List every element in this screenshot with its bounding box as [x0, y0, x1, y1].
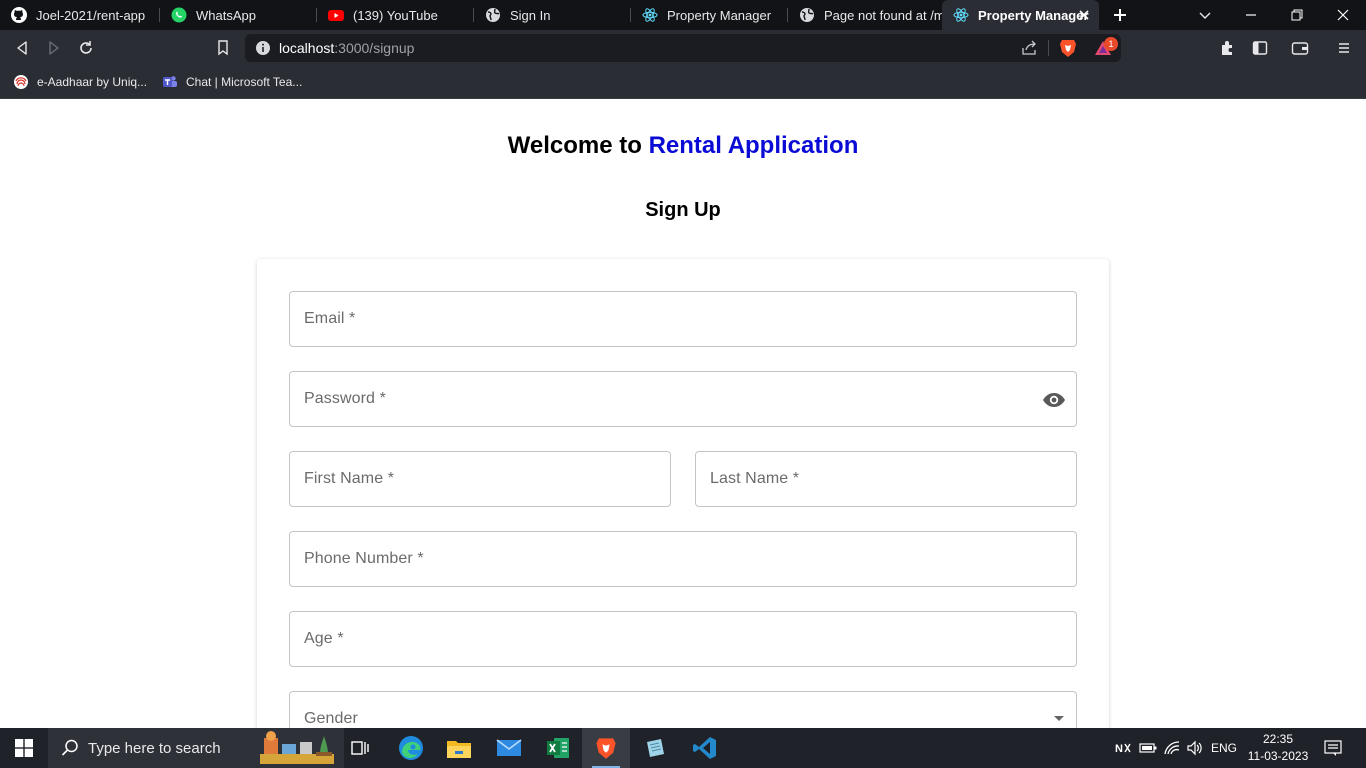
tab-github[interactable]: Joel-2021/rent-app	[0, 0, 160, 30]
clock-date: 11-03-2023	[1247, 749, 1309, 763]
welcome-heading: Welcome to Rental Application	[0, 132, 1366, 160]
globe-icon	[799, 7, 815, 23]
aadhaar-icon	[13, 74, 29, 90]
rewards-badge: 1	[1104, 37, 1118, 51]
excel-icon[interactable]	[534, 728, 582, 768]
bookmark-teams[interactable]: Chat | Microsoft Tea...	[162, 72, 302, 92]
windows-start-icon[interactable]	[0, 728, 48, 768]
sidebar-icon[interactable]	[1250, 38, 1270, 58]
extensions-icon[interactable]	[1218, 38, 1238, 58]
taskbar-clock[interactable]: 22:35 11-03-2023	[1244, 731, 1312, 765]
url-path: :3000/signup	[334, 40, 415, 56]
gender-select[interactable]: Gender	[289, 691, 1077, 728]
bookmarks-bar: e-Aadhaar by Uniq... Chat | Microsoft Te…	[0, 66, 1366, 99]
bookmark-aadhaar[interactable]: e-Aadhaar by Uniq...	[13, 72, 147, 92]
email-field[interactable]: Email *	[289, 291, 1077, 347]
language-indicator[interactable]: ENG	[1208, 728, 1240, 768]
edge-icon[interactable]	[387, 728, 435, 768]
bookmark-icon[interactable]	[213, 38, 233, 58]
tab-whatsapp[interactable]: WhatsApp	[160, 0, 317, 30]
svg-text:N: N	[1115, 743, 1123, 755]
react-icon	[642, 7, 658, 23]
tab-property-manager-active[interactable]: Property Manager	[942, 0, 1099, 30]
share-icon[interactable]	[1021, 40, 1039, 61]
brave-icon[interactable]	[582, 728, 630, 768]
tab-label: Property Manager	[667, 7, 772, 23]
menu-icon[interactable]	[1334, 38, 1354, 58]
address-bar[interactable]: localhost:3000/signup 1	[245, 34, 1121, 62]
tab-label: WhatsApp	[196, 7, 256, 23]
show-password-icon[interactable]	[1042, 389, 1066, 411]
volume-icon[interactable]	[1184, 728, 1206, 768]
tab-label: Page not found at /me	[824, 7, 942, 23]
vscode-icon[interactable]	[681, 728, 729, 768]
first-name-field[interactable]: First Name *	[289, 451, 671, 507]
tab-youtube[interactable]: (139) YouTube	[317, 0, 474, 30]
tab-label: Sign In	[510, 7, 551, 23]
react-icon	[953, 7, 969, 23]
youtube-icon	[328, 7, 344, 23]
search-placeholder: Type here to search	[88, 739, 221, 757]
site-info-icon[interactable]	[255, 40, 271, 61]
url-host: localhost	[279, 40, 335, 56]
first-name-label: First Name *	[304, 470, 395, 487]
address-divider	[1048, 40, 1049, 56]
signup-title: Sign Up	[645, 199, 721, 221]
url-text[interactable]: localhost:3000/signup	[279, 40, 414, 56]
search-highlight-illustration-icon[interactable]	[258, 728, 338, 768]
forward-icon[interactable]	[44, 38, 64, 58]
new-tab-icon[interactable]	[1110, 5, 1130, 25]
email-label: Email *	[304, 310, 356, 327]
teams-icon	[162, 74, 178, 90]
tab-sign-in[interactable]: Sign In	[474, 0, 631, 30]
clock-time: 22:35	[1262, 732, 1294, 746]
tab-label: Property Manager	[978, 7, 1089, 23]
task-view-icon[interactable]	[336, 728, 384, 768]
search-icon	[60, 738, 80, 758]
bookmark-label: e-Aadhaar by Uniq...	[37, 75, 148, 89]
age-label: Age *	[304, 630, 344, 647]
wallet-icon[interactable]	[1290, 38, 1310, 58]
tab-label: (139) YouTube	[353, 7, 438, 23]
mail-icon[interactable]	[485, 728, 533, 768]
last-name-field[interactable]: Last Name *	[695, 451, 1077, 507]
tab-page-not-found[interactable]: Page not found at /me	[788, 0, 942, 30]
github-icon	[11, 7, 27, 23]
welcome-prefix: Welcome to	[507, 132, 642, 159]
battery-icon[interactable]	[1138, 728, 1158, 768]
minimize-icon[interactable]	[1228, 0, 1274, 30]
signup-page: Welcome to Rental Application Sign Up Em…	[0, 99, 1366, 728]
back-icon[interactable]	[12, 38, 32, 58]
phone-number-field[interactable]: Phone Number *	[289, 531, 1077, 587]
notifications-icon[interactable]	[1320, 728, 1346, 768]
close-tab-icon[interactable]	[1077, 8, 1091, 22]
notepad-icon[interactable]	[631, 728, 679, 768]
close-window-icon[interactable]	[1320, 0, 1366, 30]
tab-search-chevron-icon[interactable]	[1182, 0, 1228, 30]
whatsapp-icon	[171, 7, 187, 23]
brave-shields-icon[interactable]	[1059, 38, 1077, 63]
wifi-icon[interactable]	[1162, 728, 1182, 768]
reload-icon[interactable]	[76, 38, 96, 58]
bookmark-label: Chat | Microsoft Tea...	[186, 75, 303, 89]
password-field[interactable]: Password *	[289, 371, 1077, 427]
password-label: Password *	[304, 390, 386, 407]
dropdown-arrow-icon[interactable]	[1054, 716, 1064, 721]
file-explorer-icon[interactable]	[435, 728, 483, 768]
last-name-label: Last Name *	[710, 470, 800, 487]
restore-icon[interactable]	[1274, 0, 1320, 30]
onenote-tray-icon[interactable]: N	[1112, 728, 1134, 768]
tab-property-manager[interactable]: Property Manager	[631, 0, 788, 30]
signup-form-card: Email * Password * First Name * Last Nam…	[257, 259, 1109, 728]
gender-label: Gender	[304, 710, 358, 727]
app-brand-name: Rental Application	[648, 132, 859, 159]
globe-icon	[485, 7, 501, 23]
phone-number-label: Phone Number *	[304, 550, 424, 567]
age-field[interactable]: Age *	[289, 611, 1077, 667]
tab-label: Joel-2021/rent-app	[36, 7, 146, 23]
windows-taskbar: Type here to search N ENG 22:35 11-03-20	[0, 728, 1366, 768]
browser-tab-strip: Joel-2021/rent-app WhatsApp (139) YouTub…	[0, 0, 1366, 30]
